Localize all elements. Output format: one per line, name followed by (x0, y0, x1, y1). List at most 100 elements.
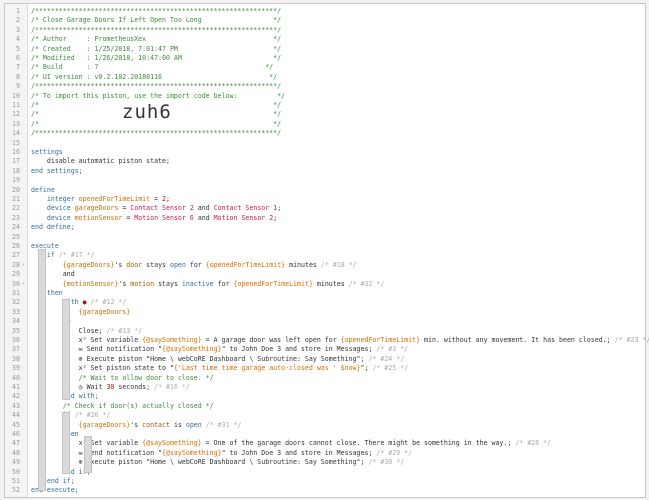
piston-code-view: 1 /**************************************… (4, 3, 649, 498)
line-number: 6 (16, 54, 20, 62)
line-number: 42 (12, 392, 20, 401)
token-tx: 's (118, 279, 131, 288)
token-cm: /* To import this piston, use the import… (31, 91, 286, 100)
token-tx: for (213, 279, 234, 288)
token-vr: {motionSensor} (62, 279, 119, 288)
token-kw: inactive (181, 279, 214, 288)
token-tx: ✉ Send notification " (31, 448, 163, 457)
token-cm: /* Modified : 1/26/2018, 10:47:00 AM */ (31, 54, 282, 62)
line-number: 10 (12, 91, 20, 100)
import-code[interactable]: zuh6 (122, 101, 172, 123)
line-number: 52 (12, 486, 20, 495)
code-text: /* To import this piston, use the import… (31, 92, 285, 101)
line-number: 16 (12, 148, 20, 156)
token-tx: = One of the garage doors cannot close. … (201, 439, 516, 448)
line-number: 50 (12, 467, 20, 476)
token-tx: minutes (285, 260, 321, 269)
code-text: /* Created : 1/25/2018, 7:01:47 PM */ (31, 45, 281, 54)
token-tx: = (150, 195, 163, 203)
token-cm: /* Close Garage Doors If Left Open Too L… (31, 16, 282, 25)
line-number: 44 (12, 411, 20, 420)
token-mt: door (126, 260, 143, 269)
code-text: x² Set variable {@saySomething} = A gara… (31, 336, 649, 345)
token-vr: {garageDoors} (78, 420, 131, 429)
token-id: /* #13 */ (106, 326, 143, 335)
token-tx (31, 280, 63, 288)
execute-block-bar (38, 249, 46, 491)
trigger-marker-icon: ⚡ (22, 280, 26, 287)
code-text: /***************************************… (31, 129, 281, 138)
code-text: ◷ Wait 30 seconds; /* #16 */ (31, 383, 190, 392)
token-id: /* #25 */ (372, 364, 409, 373)
line-number: 12 (12, 110, 20, 119)
token-tx (31, 317, 63, 325)
line-number: 34 (12, 317, 20, 326)
token-kw: integer (46, 195, 79, 203)
line-number: 23 (12, 213, 20, 222)
line-number: 27 (12, 251, 20, 260)
token-tx (31, 402, 63, 410)
with-block-bar (62, 299, 70, 400)
token-id: /* #29 */ (376, 448, 413, 457)
token-tx: disable automatic piston state; (31, 157, 170, 166)
line-number: 4 (16, 35, 20, 44)
token-tx (31, 392, 63, 400)
token-kw: device (46, 204, 75, 213)
token-tx (31, 298, 63, 306)
token-kw: open (185, 420, 202, 429)
code-text: /* Modified : 1/26/2018, 10:47:00 AM */ (31, 54, 281, 63)
token-cm: /***************************************… (31, 25, 282, 34)
line-number: 26 (12, 242, 20, 250)
line-number: 11 (12, 101, 20, 109)
trigger-marker-icon: ⚡ (22, 261, 26, 268)
line-number: 32 (12, 298, 20, 307)
token-mt: motion (130, 279, 155, 288)
token-tx: x² Set piston state to " (31, 364, 174, 373)
code-text: define (31, 186, 55, 195)
token-id: /* #17 */ (58, 251, 95, 260)
token-cm: /***************************************… (31, 129, 282, 138)
line-number: 21 (12, 195, 20, 203)
token-vr: {@saySomething} (142, 439, 202, 448)
token-vr: {@saySomething} (162, 448, 222, 457)
code-text: x² Set piston state to "{'Last time time… (31, 364, 409, 373)
token-vr: {openedForTimeLimit} (340, 336, 421, 344)
token-tx: = A garage door was left open for (201, 336, 341, 344)
token-kw: if (46, 251, 59, 260)
code-text: /* Author : PrometheusXex */ (31, 35, 281, 44)
line-number: 31 (12, 289, 20, 297)
token-tx: "; (360, 364, 373, 373)
code-text: {motionSensor}'s motion stays inactive f… (31, 279, 385, 289)
token-id: /* #28 */ (515, 439, 552, 448)
token-tx: 's (114, 260, 127, 269)
token-tx (31, 214, 47, 222)
line-number: 35 (12, 326, 20, 335)
token-tx: and (193, 204, 214, 213)
token-tx: 's (130, 420, 143, 429)
code-text: x² Set variable {@saySomething} = One of… (31, 439, 551, 448)
line-number: 30 (12, 279, 20, 288)
code-text: ✉ Send notification "{@saySomething}" to… (31, 345, 409, 354)
token-id: /* #24 */ (368, 354, 405, 363)
token-tx: " to John Doe 3 and store in Messages; (221, 345, 377, 354)
token-kw: end define; (31, 223, 75, 232)
token-id: /* #12 */ (90, 298, 127, 307)
line-number: 36 (12, 336, 20, 344)
token-id: /* #23 */ (614, 336, 649, 344)
token-tx (31, 261, 63, 269)
token-id: /* #3 */ (376, 345, 409, 354)
token-cm: /***************************************… (31, 82, 282, 91)
token-cm: /* Check if door(s) actually closed */ (62, 401, 214, 410)
token-id: /* #16 */ (154, 383, 190, 391)
line-number: 2 (16, 16, 20, 25)
line-number: 46 (12, 430, 20, 438)
token-vr: {@saySomething} (142, 336, 202, 344)
token-cm: /* Created : 1/25/2018, 7:01:47 PM */ (31, 44, 282, 53)
line-number: 51 (12, 477, 20, 485)
token-vr: motionSensor (74, 213, 123, 222)
code-text: /* Wait to allow door to close. */ (31, 374, 214, 383)
token-vr: garageDoors (74, 204, 119, 213)
line-number: 9 (16, 82, 20, 91)
token-cm: /* Wait to allow door to close. */ (78, 373, 214, 382)
token-dv: Contact Sensor 2 (130, 204, 194, 213)
